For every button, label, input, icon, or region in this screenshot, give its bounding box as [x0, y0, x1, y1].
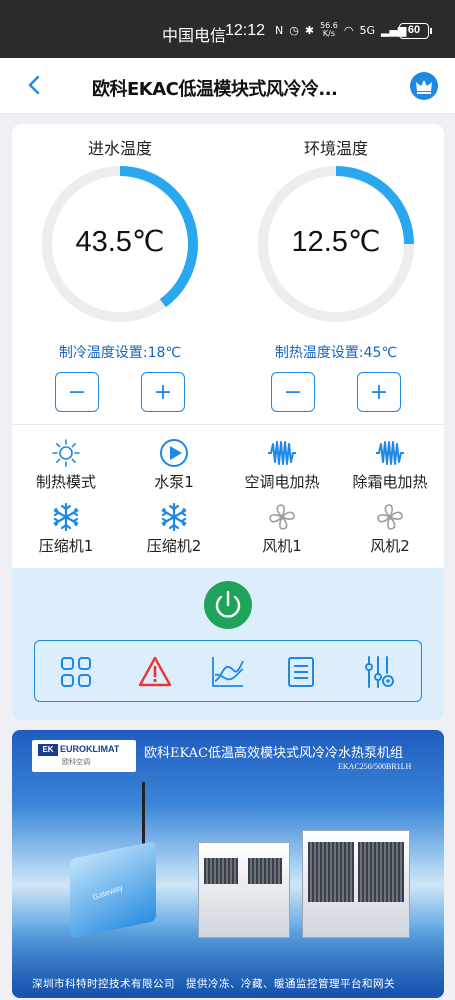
network-speed-unit: K/s	[322, 29, 336, 38]
chiller-grille	[204, 858, 238, 884]
status-fan-2: 风机2	[336, 502, 444, 556]
bluetooth-icon: ✱	[304, 23, 315, 37]
banner-footer: 深圳市科特时控技术有限公司 提供冷冻、冷藏、暖通监控管理平台和网关	[32, 978, 395, 990]
back-arrow-icon[interactable]	[24, 74, 46, 96]
status-heating-mode: 制热模式	[12, 438, 120, 492]
cellular-type: 5G	[359, 23, 376, 37]
status-label: 制热模式	[35, 473, 96, 491]
status-icons: N ◷ ✱ 56.6 K/s ◠ 5G ▂▄▆	[275, 22, 406, 38]
chiller-grille	[308, 842, 354, 902]
status-label: 压缩机2	[146, 537, 202, 555]
app-header: 欧科EKAC低温模块式风冷冷...	[0, 58, 455, 114]
snowflake-icon	[53, 502, 79, 532]
battery-indicator: 60	[399, 23, 432, 39]
status-pump-1: 水泵1	[120, 438, 228, 492]
gauge-label: 进水温度	[87, 139, 152, 158]
cooling-decrease-button[interactable]: −	[55, 372, 99, 412]
list-icon[interactable]	[284, 655, 318, 689]
gauge-value: 12.5℃	[291, 226, 381, 258]
device-panel: 进水温度 43.5℃ 制冷温度设置:18℃ − + 环境温度 12.5℃ 制热温…	[12, 124, 444, 720]
crown-icon[interactable]	[410, 72, 438, 100]
control-area	[12, 568, 444, 720]
heating-setpoint-label: 制热温度设置:45℃	[274, 345, 398, 361]
logo-cn: 欧科空调	[62, 758, 90, 766]
logo-text: EUROKLIMAT	[60, 744, 120, 754]
wifi-icon: ◠	[343, 23, 354, 37]
gauge-label: 环境温度	[303, 139, 368, 158]
grid-icon[interactable]	[59, 655, 93, 689]
settings-sliders-icon[interactable]	[362, 655, 396, 689]
network-speed: 56.6 K/s	[320, 22, 338, 38]
status-label: 风机1	[262, 537, 302, 555]
power-button[interactable]	[204, 581, 252, 629]
heating-decrease-button[interactable]: −	[271, 372, 315, 412]
logo-abbr: EK	[38, 744, 58, 756]
status-label: 压缩机1	[38, 537, 94, 555]
status-fan-1: 风机1	[228, 502, 336, 556]
ambient-temp-gauge: 环境温度 12.5℃ 制热温度设置:45℃ − +	[228, 124, 428, 424]
status-label: 空调电加热	[244, 473, 320, 491]
alarm-clock-icon: ◷	[289, 23, 299, 37]
function-toolbar	[34, 640, 422, 702]
status-label: 水泵1	[154, 473, 194, 491]
system-status-bar: 中国电信 12:12 N ◷ ✱ 56.6 K/s ◠ 5G ▂▄▆ 60	[0, 0, 455, 58]
fan-icon	[269, 504, 295, 530]
inlet-water-temp-gauge: 进水温度 43.5℃ 制冷温度设置:18℃ − +	[12, 124, 212, 424]
banner-model: EKAC250/500BR1LH	[338, 762, 412, 771]
status-label: 除霜电加热	[352, 473, 428, 491]
carrier-name: 中国电信	[162, 26, 227, 45]
heating-increase-button[interactable]: +	[357, 372, 401, 412]
status-grid: 制热模式 水泵1 空调电加热 除霜电加热 压缩机1 压缩机2 风机1 风机2	[12, 432, 444, 562]
status-defrost-electric-heating: 除霜电加热	[336, 438, 444, 492]
product-banner[interactable]: EK EUROKLIMAT 欧科空调 欧科EKAC低温高效模块式风冷冷水热泵机组…	[12, 730, 444, 998]
status-compressor-2: 压缩机2	[120, 502, 228, 556]
alarm-icon[interactable]	[138, 655, 172, 689]
banner-headline: 欧科EKAC低温高效模块式风冷冷水热泵机组	[144, 746, 404, 761]
nfc-icon: N	[275, 23, 284, 37]
status-label: 风机2	[370, 537, 410, 555]
gauge-value: 43.5℃	[75, 226, 165, 258]
sun-icon	[52, 439, 80, 467]
cooling-increase-button[interactable]: +	[141, 372, 185, 412]
divider	[12, 424, 444, 425]
clock-time: 12:12	[225, 22, 266, 39]
page-title: 欧科EKAC低温模块式风冷冷...	[92, 79, 338, 100]
status-ac-electric-heating: 空调电加热	[228, 438, 336, 492]
status-compressor-1: 压缩机1	[12, 502, 120, 556]
brand-logo: EK EUROKLIMAT 欧科空调	[32, 740, 136, 772]
fan-icon	[377, 504, 403, 530]
chiller-unit-image	[198, 842, 290, 938]
chiller-grille	[248, 858, 282, 884]
pump-icon	[160, 439, 188, 467]
cooling-setpoint-label: 制冷温度设置:18℃	[58, 345, 182, 361]
snowflake-icon	[161, 502, 187, 532]
trend-chart-icon[interactable]	[211, 655, 245, 689]
power-icon	[215, 590, 241, 618]
electric-heater-icon	[376, 441, 404, 465]
electric-heater-icon	[268, 441, 296, 465]
chiller-grille	[358, 842, 404, 902]
